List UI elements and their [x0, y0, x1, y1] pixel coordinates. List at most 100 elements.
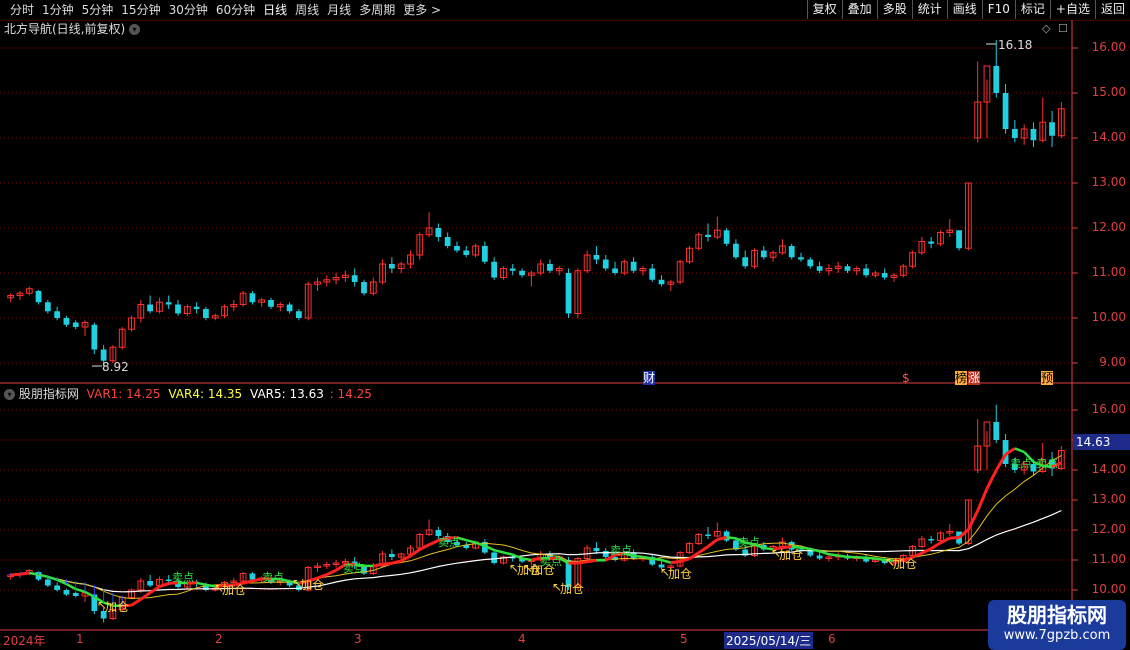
candle-body [555, 268, 563, 272]
date-label-jan: 1 [76, 632, 84, 646]
tab-30min[interactable]: 30分钟 [165, 2, 212, 18]
var1-line-segment [985, 469, 998, 490]
ind-candle-body [816, 555, 823, 559]
ind-candle-body [388, 554, 395, 557]
add-position-signal: 加仓 [560, 582, 585, 596]
var1-line-segment [419, 543, 430, 551]
add-watchlist-button[interactable]: +自选 [1049, 0, 1095, 19]
candle-body [203, 309, 209, 318]
tab-more[interactable]: 更多 > [399, 2, 445, 18]
candle-body [137, 304, 145, 319]
tab-weekly[interactable]: 周线 [291, 2, 323, 18]
tab-1min[interactable]: 1分钟 [38, 2, 78, 18]
chevron-down-icon[interactable]: ▾ [129, 24, 141, 35]
ind-candle-body [137, 580, 145, 591]
candle-body [1002, 93, 1009, 129]
event-marker-dollar[interactable]: $ [902, 371, 910, 385]
date-label-feb: 2 [215, 632, 223, 646]
chevron-down-icon[interactable]: ▾ [4, 389, 15, 400]
candle-body [649, 268, 656, 280]
y-tick-label: 16.00 [1091, 402, 1126, 416]
arrow-up-left-icon: ↖ [292, 576, 303, 590]
ind-candle-body [203, 584, 209, 590]
ind-candle-body [993, 422, 1000, 440]
date-label-jun: 6 [828, 632, 836, 646]
ind-candle-body [249, 573, 256, 580]
tab-monthly[interactable]: 月线 [323, 2, 355, 18]
candle-body [118, 328, 126, 348]
restore-rights-button[interactable]: 复权 [806, 0, 842, 19]
sell-point-signal: 卖点 [343, 562, 365, 575]
candle-body [1039, 121, 1047, 141]
var4-line [10, 455, 1062, 600]
candle-body [156, 301, 163, 312]
watermark-logo: 股朋指标网 www.7gpzb.com [988, 600, 1126, 650]
ind-candle-body [500, 556, 507, 564]
candle-body [612, 268, 618, 273]
ind-candle-body [156, 579, 163, 586]
candle-body [211, 315, 219, 319]
back-button[interactable]: 返回 [1094, 0, 1130, 19]
date-label-mar: 3 [354, 632, 362, 646]
candle-body [872, 272, 879, 276]
ind-candle-body [239, 573, 247, 582]
ind-candle-body [54, 585, 61, 590]
var1-line-segment [707, 538, 719, 548]
ind-candle-body [491, 552, 498, 563]
add-position-signal: 加仓 [105, 600, 130, 614]
candle-body [844, 266, 851, 271]
var1-line-segment [866, 556, 876, 560]
candle-body [109, 346, 117, 362]
sell-point-signal: 卖点 [738, 536, 760, 549]
arrow-up-left-icon: ↖ [771, 546, 782, 560]
tab-fenshi[interactable]: 分时 [6, 2, 38, 18]
tab-60min[interactable]: 60分钟 [212, 2, 259, 18]
ind-candle-body [128, 589, 135, 598]
tab-5min[interactable]: 5分钟 [78, 2, 118, 18]
stock-title: 北方导航(日线,前复权) [4, 22, 126, 36]
ind-candle-body [397, 553, 405, 558]
f10-button[interactable]: F10 [981, 0, 1015, 19]
var1-line-segment [688, 551, 700, 561]
var1-line-segment [949, 536, 960, 540]
ind-candle-body [7, 574, 15, 577]
candle-body [1030, 129, 1037, 141]
ind-candle-body [686, 543, 693, 553]
var5-line [10, 509, 1062, 593]
arrow-up-left-icon: ↖ [509, 561, 520, 575]
event-marker-bang[interactable]: 榜 [955, 371, 968, 385]
ind-candle-body [676, 552, 684, 567]
ind-candle-body [705, 534, 711, 536]
multi-stock-button[interactable]: 多股 [876, 0, 912, 19]
overlay-button[interactable]: 叠加 [841, 0, 877, 19]
tab-daily[interactable]: 日线 [259, 2, 291, 18]
tab-multi-period[interactable]: 多周期 [355, 2, 399, 18]
var1-line-segment [670, 560, 681, 565]
ind-candle-body [1002, 440, 1009, 464]
candle-body [397, 263, 405, 269]
period-tabs: 分时 1分钟 5分钟 15分钟 30分钟 60分钟 日线 周线 月线 多周期 更… [6, 2, 445, 18]
var1-line-segment [503, 551, 514, 556]
event-marker-zhang[interactable]: 涨 [968, 371, 981, 385]
ind-candle-body [314, 565, 321, 568]
candle-body [639, 268, 647, 272]
var1-line-segment [652, 557, 662, 562]
ind-candle-body [834, 555, 842, 558]
candle-body [25, 288, 33, 294]
candle-body [928, 241, 935, 244]
add-position-signal: 加仓 [668, 567, 693, 581]
mark-button[interactable]: 标记 [1014, 0, 1050, 19]
diamond-icon[interactable]: ◇ [1042, 22, 1050, 35]
tab-15min[interactable]: 15分钟 [117, 2, 164, 18]
var1-line-segment [428, 539, 439, 547]
event-marker-cai[interactable]: 财 [643, 371, 656, 385]
var1-line-segment [465, 538, 476, 544]
candle-body [379, 263, 386, 283]
event-marker-yu[interactable]: 预 [1041, 371, 1054, 385]
draw-line-button[interactable]: 画线 [946, 0, 982, 19]
close-icon[interactable]: ☐ [1058, 22, 1068, 35]
var1-line-segment [819, 550, 830, 556]
statistics-button[interactable]: 统计 [911, 0, 947, 19]
ind-candle-body [1057, 450, 1065, 469]
var5-value: VAR5: 13.63 [250, 387, 324, 401]
